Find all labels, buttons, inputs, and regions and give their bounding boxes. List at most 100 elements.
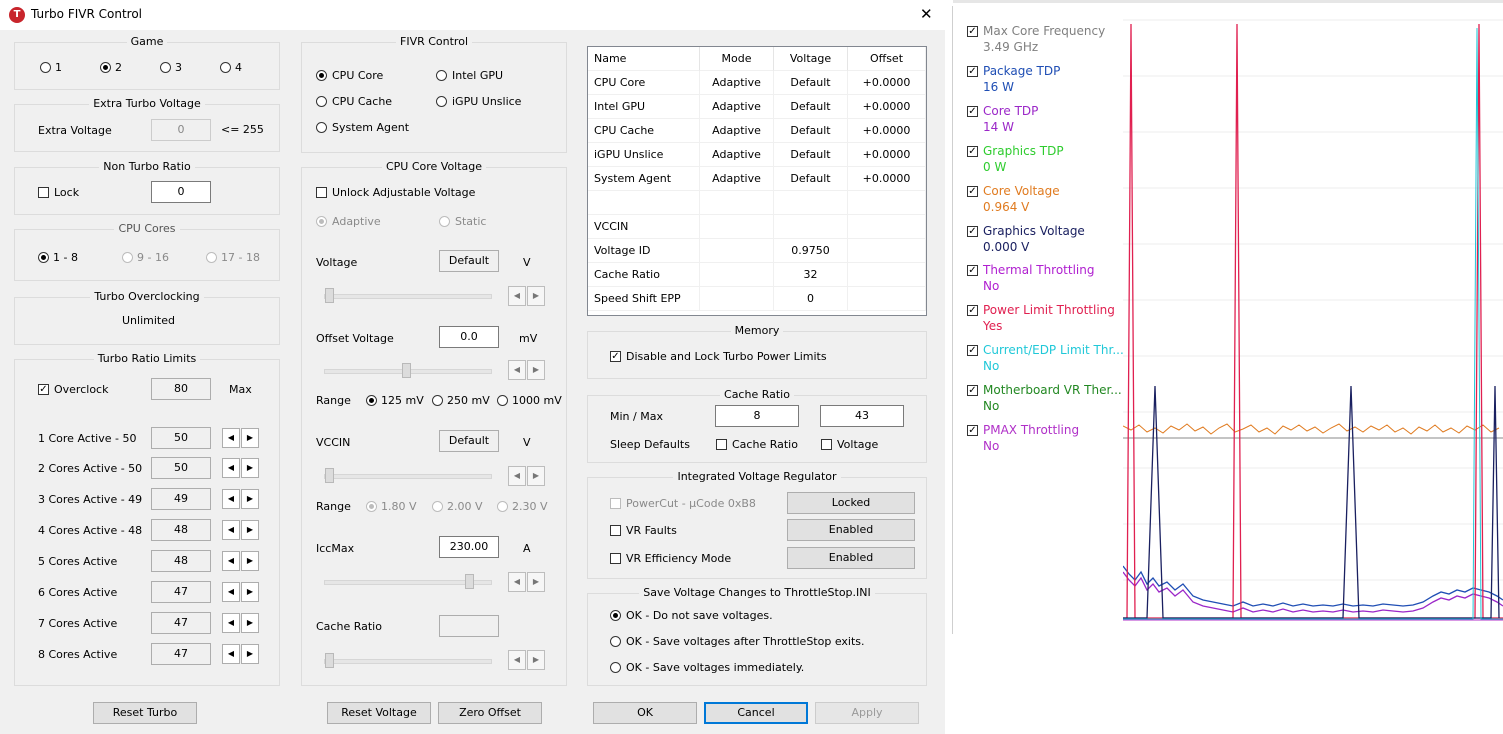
game-radio-2[interactable] [100, 62, 111, 73]
stat-checkbox-current-edp-limit[interactable]: ✓ [967, 345, 978, 356]
offset-voltage-field[interactable]: 0.0 [439, 326, 499, 348]
offset-slider-thumb[interactable] [402, 363, 411, 378]
cache-ratio-voltage-field[interactable] [439, 615, 499, 637]
zero-offset-button[interactable]: Zero Offset [438, 702, 542, 724]
stat-checkbox-max-core-frequency[interactable]: ✓ [967, 26, 978, 37]
game-radio-3[interactable] [160, 62, 171, 73]
ratio-spinner-8[interactable]: ◀ ▶ [222, 644, 260, 664]
cache-ratio-min-field[interactable]: 8 [715, 405, 799, 427]
apply-button[interactable]: Apply [815, 702, 919, 724]
fivr-radio-system-agent[interactable] [316, 122, 327, 133]
table-cell: Default [774, 71, 848, 95]
iccmax-spinner[interactable]: ◀ ▶ [508, 572, 546, 592]
powercut-checkbox[interactable] [610, 498, 621, 509]
vr-efficiency-button[interactable]: Enabled [787, 547, 915, 569]
fivr-radio-igpu-unslice[interactable] [436, 96, 447, 107]
vccin-range-radio-200[interactable] [432, 501, 443, 512]
vr-faults-checkbox[interactable] [610, 525, 621, 536]
ratio-spinner-1[interactable]: ◀ ▶ [222, 428, 260, 448]
vr-faults-button[interactable]: Enabled [787, 519, 915, 541]
vccin-field[interactable]: Default [439, 430, 499, 452]
voltage-spinner[interactable]: ◀ ▶ [508, 286, 546, 306]
cache-ratio-max-field[interactable]: 43 [820, 405, 904, 427]
reset-turbo-button[interactable]: Reset Turbo [93, 702, 197, 724]
table-header-voltage[interactable]: Voltage [774, 47, 848, 71]
sleep-voltage-checkbox[interactable] [821, 439, 832, 450]
game-radio-4[interactable] [220, 62, 231, 73]
ratio-field-5[interactable]: 48 [151, 550, 211, 572]
cache-ratio-slider-thumb[interactable] [325, 653, 334, 668]
voltage-slider-thumb[interactable] [325, 288, 334, 303]
range-radio-250[interactable] [432, 395, 443, 406]
ratio-field-8[interactable]: 47 [151, 643, 211, 665]
ratio-field-2[interactable]: 50 [151, 457, 211, 479]
vccin-slider[interactable] [324, 474, 492, 479]
lock-checkbox[interactable] [38, 187, 49, 198]
offset-spinner[interactable]: ◀ ▶ [508, 360, 546, 380]
unlock-voltage-checkbox[interactable] [316, 187, 327, 198]
static-radio[interactable] [439, 216, 450, 227]
vccin-range-label-180: 1.80 V [381, 500, 417, 513]
powercut-locked-button[interactable]: Locked [787, 492, 915, 514]
save-radio-immediately[interactable] [610, 662, 621, 673]
disable-lock-tpl-checkbox[interactable]: ✓ [610, 351, 621, 362]
ratio-spinner-3[interactable]: ◀ ▶ [222, 489, 260, 509]
voltage-slider[interactable] [324, 294, 492, 299]
stat-checkbox-core-voltage[interactable]: ✓ [967, 186, 978, 197]
range-radio-125[interactable] [366, 395, 377, 406]
fivr-radio-cpu-core[interactable] [316, 70, 327, 81]
save-radio-no-save[interactable] [610, 610, 621, 621]
ratio-field-7[interactable]: 47 [151, 612, 211, 634]
reset-voltage-button[interactable]: Reset Voltage [327, 702, 431, 724]
iccmax-slider-thumb[interactable] [465, 574, 474, 589]
cores-radio-9-16[interactable] [122, 252, 133, 263]
save-radio-after-exit[interactable] [610, 636, 621, 647]
cores-radio-17-18[interactable] [206, 252, 217, 263]
voltage-field[interactable]: Default [439, 250, 499, 272]
range-radio-1000[interactable] [497, 395, 508, 406]
close-icon[interactable]: ✕ [920, 5, 933, 23]
stat-checkbox-package-tdp[interactable]: ✓ [967, 66, 978, 77]
stat-checkbox-pmax-throttling[interactable]: ✓ [967, 425, 978, 436]
ok-button[interactable]: OK [593, 702, 697, 724]
voltage-table[interactable]: Name Mode Voltage Offset CPU Core Adapti… [587, 46, 927, 316]
fivr-radio-cpu-cache[interactable] [316, 96, 327, 107]
ratio-spinner-4[interactable]: ◀ ▶ [222, 520, 260, 540]
table-header-offset[interactable]: Offset [848, 47, 926, 71]
ratio-spinner-6[interactable]: ◀ ▶ [222, 582, 260, 602]
fivr-radio-intel-gpu[interactable] [436, 70, 447, 81]
vccin-range-radio-230[interactable] [497, 501, 508, 512]
ratio-field-1[interactable]: 50 [151, 427, 211, 449]
vccin-range-radio-180[interactable] [366, 501, 377, 512]
stat-checkbox-graphics-tdp[interactable]: ✓ [967, 146, 978, 157]
overclock-field[interactable]: 80 [151, 378, 211, 400]
ratio-spinner-7[interactable]: ◀ ▶ [222, 613, 260, 633]
vr-efficiency-checkbox[interactable] [610, 553, 621, 564]
ratio-spinner-5[interactable]: ◀ ▶ [222, 551, 260, 571]
table-header-mode[interactable]: Mode [700, 47, 774, 71]
stat-checkbox-motherboard-vr[interactable]: ✓ [967, 385, 978, 396]
non-turbo-field[interactable]: 0 [151, 181, 211, 203]
ratio-spinner-2[interactable]: ◀ ▶ [222, 458, 260, 478]
stat-value-package-tdp: 16 W [983, 80, 1014, 94]
cancel-button[interactable]: Cancel [704, 702, 808, 724]
table-header-name[interactable]: Name [588, 47, 700, 71]
adaptive-radio[interactable] [316, 216, 327, 227]
ratio-field-3[interactable]: 49 [151, 488, 211, 510]
overclock-checkbox[interactable]: ✓ [38, 384, 49, 395]
vccin-slider-thumb[interactable] [325, 468, 334, 483]
stat-checkbox-power-limit-throttling[interactable]: ✓ [967, 305, 978, 316]
ratio-field-6[interactable]: 47 [151, 581, 211, 603]
game-radio-1[interactable] [40, 62, 51, 73]
sleep-cache-ratio-checkbox[interactable] [716, 439, 727, 450]
vccin-spinner[interactable]: ◀ ▶ [508, 466, 546, 486]
stat-checkbox-core-tdp[interactable]: ✓ [967, 106, 978, 117]
extra-voltage-field[interactable]: 0 [151, 119, 211, 141]
iccmax-field[interactable]: 230.00 [439, 536, 499, 558]
ratio-field-4[interactable]: 48 [151, 519, 211, 541]
stat-checkbox-graphics-voltage[interactable]: ✓ [967, 226, 978, 237]
cache-ratio-slider[interactable] [324, 659, 492, 664]
stat-checkbox-thermal-throttling[interactable]: ✓ [967, 265, 978, 276]
cache-ratio-spinner[interactable]: ◀ ▶ [508, 650, 546, 670]
cores-radio-1-8[interactable] [38, 252, 49, 263]
